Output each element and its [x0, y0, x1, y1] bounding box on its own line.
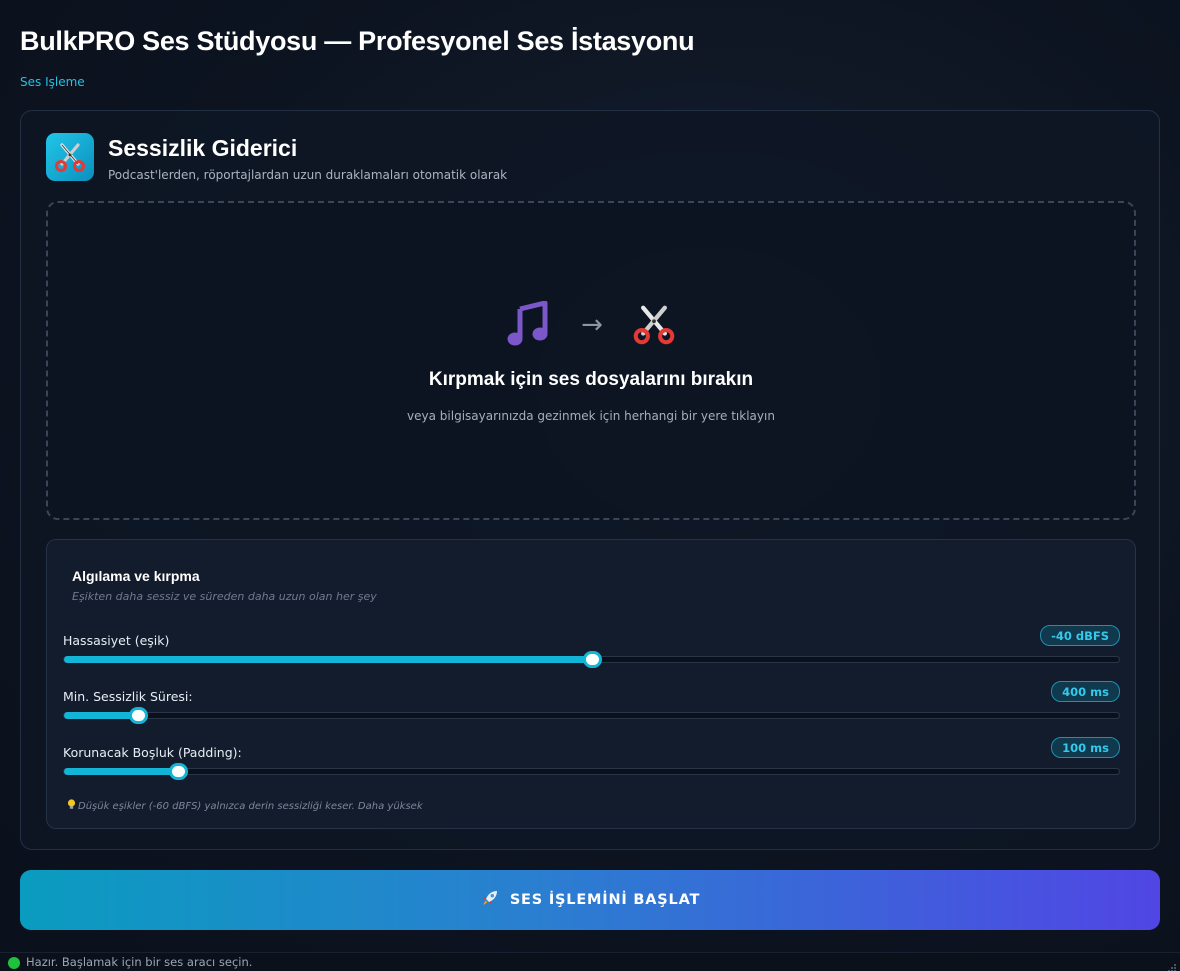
tool-title: Sessizlik Giderici — [108, 135, 298, 161]
status-text: Hazır. Başlamak için bir ses aracı seçin… — [26, 955, 253, 969]
threshold-slider[interactable] — [63, 651, 1120, 668]
app-window: BulkPRO Ses Stüdyosu — Profesyonel Ses İ… — [0, 0, 1180, 971]
settings-card: Algılama ve kırpma Eşikten daha sessiz v… — [46, 539, 1136, 829]
scissors-icon — [631, 301, 677, 351]
dropzone-icons: → — [48, 300, 1134, 351]
lightbulb-icon — [67, 799, 76, 813]
hint-text: Düşük eşikler (-60 dBFS) yalnızca derin … — [67, 799, 423, 813]
slider-label: Korunacak Boşluk (Padding): — [63, 745, 242, 760]
arrow-right-icon: → — [581, 310, 603, 340]
status-bar: Hazır. Başlamak için bir ses aracı seçin… — [0, 952, 1180, 971]
slider-handle[interactable] — [128, 707, 148, 724]
status-indicator — [8, 957, 20, 969]
rocket-icon — [480, 888, 500, 912]
slider-fill — [64, 656, 592, 663]
value-badge: -40 dBFS — [1040, 625, 1120, 646]
value-badge: 100 ms — [1051, 737, 1120, 758]
slider-handle[interactable] — [168, 763, 188, 780]
settings-title: Algılama ve kırpma — [72, 568, 200, 584]
dropzone-subtitle: veya bilgisayarınızda gezinmek için herh… — [407, 409, 775, 423]
resize-grip-icon[interactable] — [1167, 958, 1177, 971]
settings-subtitle: Eşikten daha sessiz ve süreden daha uzun… — [72, 590, 377, 603]
value-badge: 400 ms — [1051, 681, 1120, 702]
slider-label: Hassasiyet (eşik) — [63, 633, 170, 648]
file-dropzone[interactable]: → Kırpmak için ses dosyalarını bırakın v… — [46, 201, 1136, 520]
tool-panel: Sessizlik Giderici Podcast'lerden, röpor… — [20, 110, 1160, 850]
slider-fill — [64, 712, 138, 719]
start-button-label: SES İŞLEMİNİ BAŞLAT — [509, 892, 701, 908]
padding-slider-row: Korunacak Boşluk (Padding): 100 ms — [63, 737, 1120, 787]
hint-label: Düşük eşikler (-60 dBFS) yalnızca derin … — [78, 801, 423, 812]
scissors-icon — [46, 133, 94, 181]
music-note-icon — [505, 300, 553, 351]
slider-handle[interactable] — [582, 651, 602, 668]
tool-subtitle: Podcast'lerden, röportajlardan uzun dura… — [108, 168, 508, 182]
app-title: BulkPRO Ses Stüdyosu — Profesyonel Ses İ… — [20, 26, 695, 56]
min-silence-slider[interactable] — [63, 707, 1120, 724]
slider-fill — [64, 768, 178, 775]
threshold-slider-row: Hassasiyet (eşik) -40 dBFS — [63, 625, 1120, 675]
min-silence-slider-row: Min. Sessizlik Süresi: 400 ms — [63, 681, 1120, 731]
dropzone-title: Kırpmak için ses dosyalarını bırakın — [428, 369, 754, 390]
start-processing-button[interactable]: SES İŞLEMİNİ BAŞLAT — [20, 870, 1160, 930]
padding-slider[interactable] — [63, 763, 1120, 780]
breadcrumb[interactable]: Ses Işleme — [20, 75, 85, 89]
slider-label: Min. Sessizlik Süresi: — [63, 689, 193, 704]
